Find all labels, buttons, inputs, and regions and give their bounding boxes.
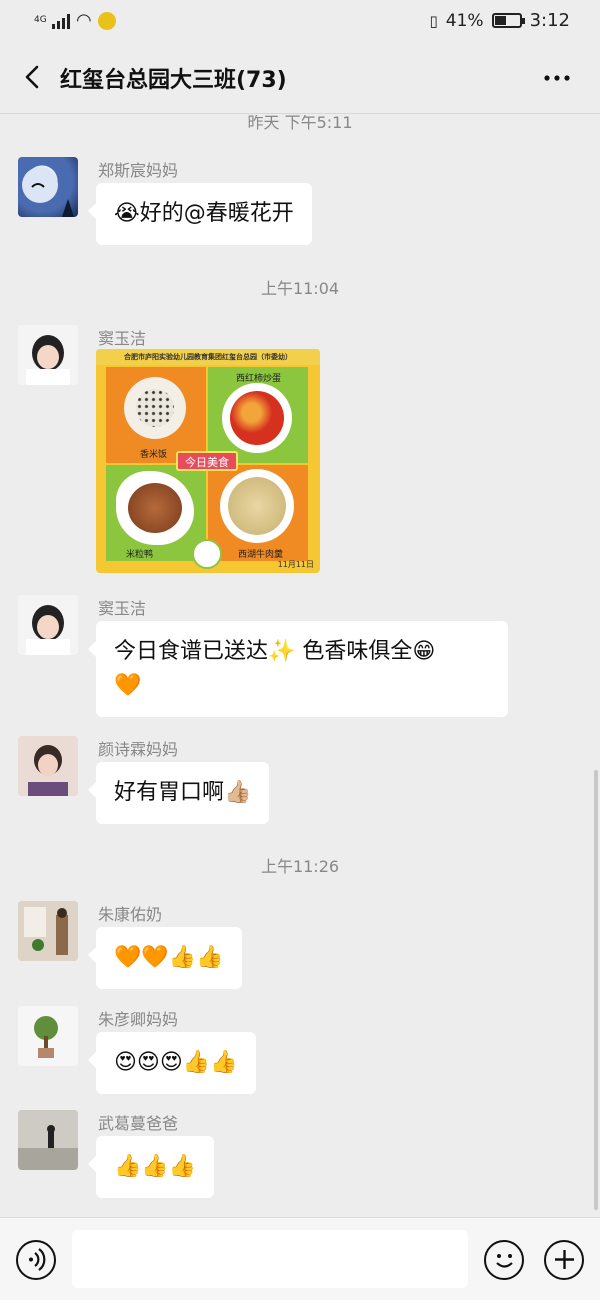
avatar[interactable] [18,595,78,655]
sender-name: 窦玉洁 [98,329,147,348]
message-bubble[interactable]: 今日食谱已送达✨ 色香味俱全😁 🧡 [88,621,508,717]
battery-icon [491,13,525,28]
dish-label: 西红柿炒蛋 [236,374,282,384]
dish-label: 西湖牛肉羹 [238,550,284,560]
avatar[interactable] [18,1006,78,1066]
app-notification-icon [97,11,116,30]
rice-quadrant: 香米饭 [106,367,206,463]
clock: 3:12 [529,10,570,31]
voice-icon[interactable] [16,1240,56,1280]
message-bubble[interactable]: 😭好的@春暖花开 [88,183,312,245]
timestamp: 上午11:26 [260,857,340,876]
kindergarten-logo-icon [192,539,222,569]
avatar[interactable] [18,1110,78,1170]
avatar[interactable] [18,736,78,796]
dish-label: 米粒鸭 [126,550,154,560]
message-item: 郑斯宸妈妈 😭好的@春暖花开 [18,157,578,247]
message-text: 好的@春暖花开 [139,201,294,226]
more-icon[interactable] [542,56,572,93]
food-image-date: 11月11日 [277,560,314,569]
message-item: 窦玉洁 合肥市庐阳实验幼儿园教育集团红玺台总园（市委幼） 香米饭 西红柿炒蛋 米… [18,325,578,575]
message-item: 武葛蔓爸爸 👍👍👍 [18,1110,578,1200]
scrollbar[interactable] [594,770,598,1210]
signal-icon [52,13,70,29]
message-bubble[interactable]: 🧡🧡👍👍 [88,927,242,989]
emoji-icon[interactable] [484,1240,524,1280]
message-text: 👍👍👍 [114,1154,197,1179]
avatar[interactable] [18,325,78,385]
food-image-header: 合肥市庐阳实验幼儿园教育集团红玺台总园（市委幼） [96,349,320,365]
sender-name: 朱康佑奶 [98,905,163,924]
message-input[interactable] [72,1230,468,1288]
sender-name: 窦玉洁 [98,599,147,618]
chat-header: 红玺台总园大三班(73) [0,42,600,114]
message-item: 窦玉洁 今日食谱已送达✨ 色香味俱全😁 🧡 [18,595,578,720]
vibrate-icon: ▯ [429,11,438,30]
status-right: ▯ 41% 3:12 [430,10,570,31]
today-food-badge: 今日美食 [176,451,238,471]
message-item: 朱彦卿妈妈 😍😍😍👍👍 [18,1006,578,1096]
dish-label: 香米饭 [140,450,168,460]
input-bar [0,1217,600,1300]
message-item: 颜诗霖妈妈 好有胃口啊👍🏼 [18,736,578,826]
plus-icon[interactable] [544,1240,584,1280]
sender-name: 武葛蔓爸爸 [98,1114,179,1133]
sender-name: 颜诗霖妈妈 [98,740,179,759]
wifi-icon: ◠ [76,10,92,31]
crying-laughing-emoji: 😭 [114,201,140,226]
avatar[interactable] [18,157,78,217]
soup-quadrant: 西湖牛肉羹 [208,465,308,561]
message-text: 好有胃口啊👍🏼 [114,780,252,805]
duck-quadrant: 米粒鸭 [106,465,206,561]
back-chevron-icon[interactable] [18,62,48,92]
battery-percent: 41% [445,10,484,31]
message-bubble[interactable]: 👍👍👍 [87,1136,215,1198]
avatar[interactable] [18,901,78,961]
message-bubble[interactable]: 好有胃口啊👍🏼 [87,762,270,824]
message-text-line2: 🧡 [114,673,142,698]
timestamp: 上午11:04 [260,279,340,298]
tomato-egg-quadrant: 西红柿炒蛋 [208,367,308,463]
timestamp: 昨天 下午5:11 [247,115,353,132]
message-text: 今日食谱已送达✨ 色香味俱全😁 [114,639,436,664]
message-list[interactable]: 昨天 下午5:11 郑斯宸妈妈 😭好的@春暖花开 上午11:04 窦玉洁 合肥市… [0,115,600,1217]
message-text: 🧡🧡👍👍 [114,945,224,970]
chat-title: 红玺台总园大三班(73) [60,68,287,93]
sender-name: 朱彦卿妈妈 [98,1010,179,1029]
status-bar: 4G ◠ ▯ 41% 3:12 [0,0,600,42]
message-text: 😍😍😍👍👍 [114,1050,238,1075]
status-left: 4G ◠ [34,10,116,31]
food-menu-image[interactable]: 合肥市庐阳实验幼儿园教育集团红玺台总园（市委幼） 香米饭 西红柿炒蛋 米粒鸭 西… [96,349,320,573]
sender-name: 郑斯宸妈妈 [98,161,179,180]
message-item: 朱康佑奶 🧡🧡👍👍 [18,901,578,991]
network-type: 4G [34,15,47,25]
message-bubble[interactable]: 😍😍😍👍👍 [88,1032,256,1094]
